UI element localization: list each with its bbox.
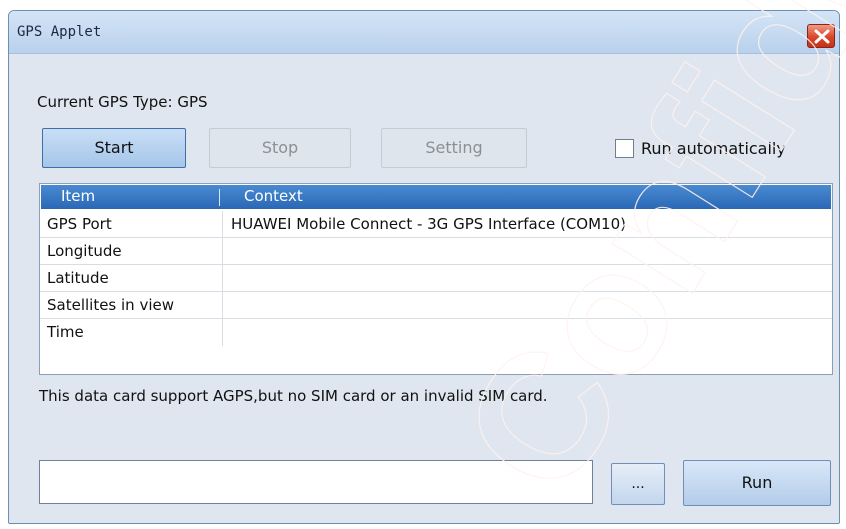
column-header-item[interactable]: Item [61,187,95,205]
column-header-context[interactable]: Context [244,187,303,205]
column-divider[interactable] [219,189,220,206]
row-item-cell: Latitude [47,269,109,287]
row-item-cell: Satellites in view [47,296,175,314]
row-item-cell: Longitude [47,242,122,260]
row-item-cell: Time [47,323,84,341]
window-title: GPS Applet [17,24,102,40]
close-icon [814,29,830,44]
gps-applet-window: GPS Applet Current GPS Type: GPS Start S… [8,10,840,524]
run-automatically-checkbox[interactable] [615,139,634,158]
cell-divider [222,265,223,292]
table-row[interactable]: Time [40,319,832,346]
close-button[interactable] [807,24,835,48]
stop-button[interactable]: Stop [209,128,351,168]
gps-info-table: Item Context GPS Port HUAWEI Mobile Conn… [39,183,833,375]
table-row[interactable]: Satellites in view [40,292,832,319]
start-button[interactable]: Start [42,128,186,168]
title-bar[interactable]: GPS Applet [9,11,839,54]
row-item-cell: GPS Port [47,215,112,233]
cell-divider [222,211,223,238]
row-context-cell: HUAWEI Mobile Connect - 3G GPS Interface… [231,215,626,233]
cell-divider [222,292,223,319]
cell-divider [222,319,223,346]
cell-divider [222,238,223,265]
setting-button[interactable]: Setting [381,128,527,168]
table-row[interactable]: Longitude [40,238,832,265]
table-header: Item Context [41,185,831,209]
table-body: GPS Port HUAWEI Mobile Connect - 3G GPS … [40,211,832,346]
run-automatically-label[interactable]: Run automatically [641,139,786,158]
gps-type-label: Current GPS Type: GPS [37,93,208,111]
command-input[interactable] [39,460,593,504]
agps-status-message: This data card support AGPS,but no SIM c… [39,387,548,405]
table-row[interactable]: Latitude [40,265,832,292]
run-button[interactable]: Run [683,460,831,506]
browse-button[interactable]: ... [611,463,665,505]
table-row[interactable]: GPS Port HUAWEI Mobile Connect - 3G GPS … [40,211,832,238]
